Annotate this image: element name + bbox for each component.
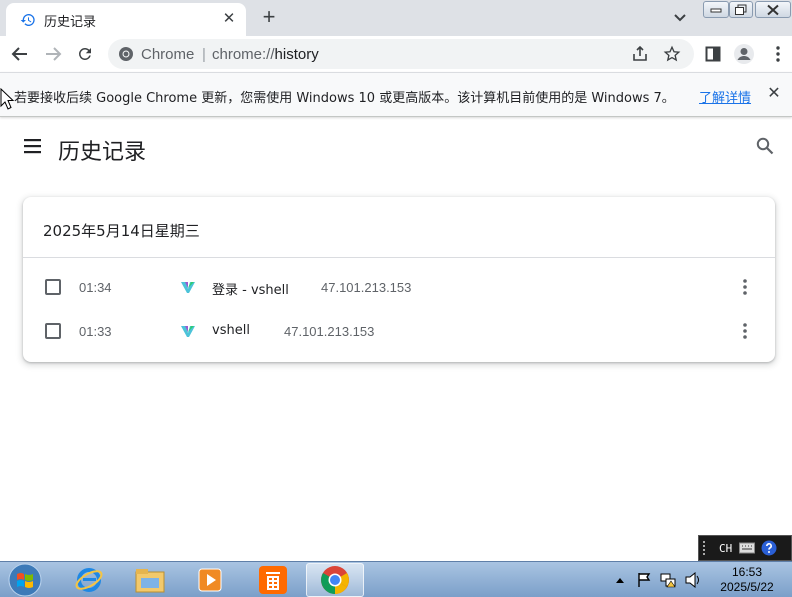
forward-button[interactable]: [41, 42, 65, 66]
mouse-cursor-icon: [0, 88, 14, 110]
taskbar-ie[interactable]: [60, 563, 118, 597]
learn-more-link[interactable]: 了解详情: [699, 87, 751, 106]
vertical-dots-icon: [776, 46, 780, 62]
volume-icon[interactable]: [684, 572, 702, 588]
tray-expand-icon[interactable]: [615, 576, 625, 584]
bookmark-star-icon[interactable]: [663, 45, 681, 63]
window-minimize-button[interactable]: [703, 1, 729, 18]
reload-icon: [78, 47, 91, 60]
avatar-icon: [734, 44, 754, 64]
window-close-button[interactable]: [755, 1, 791, 18]
date-heading: 2025年5月14日星期三: [43, 222, 200, 240]
media-player-icon: [198, 568, 222, 592]
keyboard-icon[interactable]: [739, 542, 755, 554]
card-divider: [23, 257, 775, 258]
start-button[interactable]: [0, 563, 50, 597]
entry-domain: 47.101.213.153: [321, 280, 412, 295]
window-restore-button[interactable]: [729, 1, 753, 18]
entry-time: 01:34: [79, 280, 112, 295]
history-card: 2025年5月14日星期三 01:34 登录 - vshell 47.101.2…: [23, 197, 775, 362]
forward-arrow-icon: [46, 47, 62, 61]
menu-button[interactable]: [766, 42, 790, 66]
folder-icon: [135, 569, 165, 593]
tab-strip: 历史记录 ✕ +: [0, 0, 792, 36]
omnibox-origin: Chrome: [141, 46, 195, 63]
omnibox-url: chrome://history: [212, 46, 319, 63]
network-icon[interactable]: [660, 572, 678, 588]
input-language[interactable]: CH: [719, 542, 732, 555]
entry-more-actions-icon[interactable]: [735, 321, 755, 341]
help-icon[interactable]: [761, 540, 777, 556]
browser-toolbar: Chrome | chrome://history: [0, 36, 792, 72]
tong-app-icon: [259, 566, 287, 594]
windows-logo-icon: [8, 563, 42, 597]
system-clock[interactable]: 16:53 2025/5/22: [712, 565, 782, 595]
tab-close-icon[interactable]: ✕: [220, 10, 238, 28]
omnibox-separator: |: [202, 46, 206, 63]
search-icon[interactable]: [755, 136, 775, 156]
chrome-icon: [321, 566, 349, 594]
page-title: 历史记录: [58, 140, 147, 165]
clock-time: 16:53: [731, 565, 763, 579]
entry-more-actions-icon[interactable]: [735, 277, 755, 297]
taskbar-chrome[interactable]: [306, 563, 364, 597]
new-tab-button[interactable]: +: [258, 6, 280, 28]
windows-taskbar: 16:53 2025/5/22: [0, 561, 792, 597]
side-panel-icon: [705, 46, 721, 62]
infobar-close-icon[interactable]: ✕: [766, 86, 782, 102]
tab-title: 历史记录: [44, 15, 97, 30]
language-bar[interactable]: CH: [698, 535, 792, 561]
update-infobar: 若要接收后续 Google Chrome 更新，您需使用 Windows 10 …: [0, 72, 792, 117]
tab-history[interactable]: 历史记录 ✕: [6, 3, 246, 36]
grip-icon: [703, 541, 711, 555]
history-icon: [20, 14, 35, 26]
internet-explorer-icon: [75, 568, 103, 592]
vshell-favicon-icon: [181, 282, 195, 293]
share-icon[interactable]: [631, 45, 649, 63]
address-bar[interactable]: Chrome | chrome://history: [108, 39, 694, 69]
entry-title-link[interactable]: vshell: [212, 323, 250, 338]
entry-checkbox[interactable]: [45, 323, 61, 339]
taskbar-app-tong[interactable]: [244, 563, 302, 597]
hamburger-menu-icon[interactable]: [23, 137, 43, 155]
clock-date: 2025/5/22: [720, 580, 774, 594]
taskbar-explorer[interactable]: [121, 563, 179, 597]
history-entry[interactable]: 01:34 登录 - vshell 47.101.213.153: [23, 266, 775, 310]
taskbar-media-player[interactable]: [181, 563, 239, 597]
back-button[interactable]: [8, 42, 32, 66]
reload-button[interactable]: [73, 42, 97, 66]
entry-domain: 47.101.213.153: [284, 324, 375, 339]
vshell-favicon-icon: [181, 326, 195, 337]
back-arrow-icon: [11, 47, 27, 61]
tab-search-chevron-icon[interactable]: [670, 8, 690, 28]
side-panel-button[interactable]: [701, 42, 725, 66]
entry-checkbox[interactable]: [45, 279, 61, 295]
action-center-flag-icon[interactable]: [636, 572, 652, 588]
entry-time: 01:33: [79, 324, 112, 339]
profile-button[interactable]: [732, 42, 756, 66]
history-entry[interactable]: 01:33 vshell 47.101.213.153: [23, 310, 775, 354]
infobar-message: 若要接收后续 Google Chrome 更新，您需使用 Windows 10 …: [14, 91, 675, 106]
entry-title-link[interactable]: 登录 - vshell: [212, 279, 289, 298]
chrome-logo-icon: [119, 47, 133, 61]
